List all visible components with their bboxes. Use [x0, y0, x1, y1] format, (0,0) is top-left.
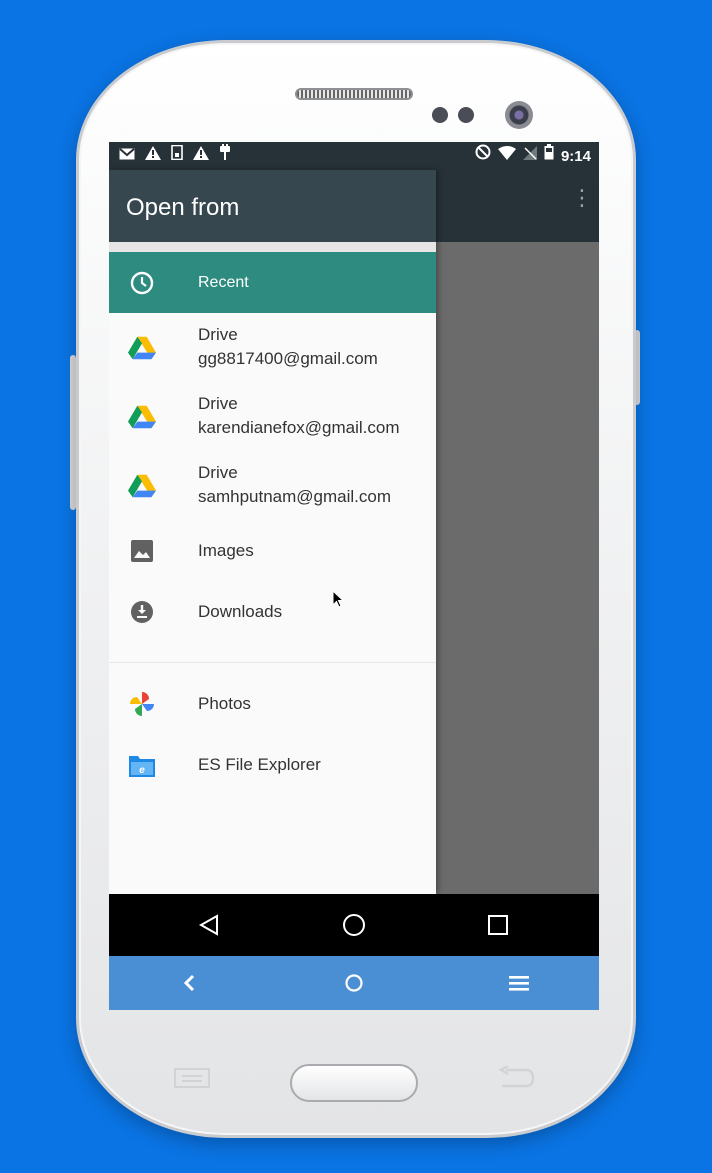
photos-icon [128, 690, 156, 718]
overflow-menu-icon[interactable]: ⋮ [571, 187, 593, 209]
drawer-header: Open from [109, 170, 436, 242]
emulator-menu-button[interactable] [489, 952, 549, 1010]
system-navigation-bar [109, 894, 599, 956]
drawer-item-es-file-explorer[interactable]: e ES File Explorer [109, 734, 436, 795]
status-bar: 9:14 [109, 142, 599, 170]
sd-card-icon [171, 142, 183, 170]
navigation-drawer: Open from Recent Drive gg8817400@gmail.c… [109, 170, 436, 894]
download-icon [128, 598, 156, 626]
back-nav-button[interactable] [179, 894, 239, 956]
drawer-item-recent[interactable]: Recent [109, 252, 436, 313]
drive-label: Drive [198, 325, 238, 344]
image-icon [128, 537, 156, 565]
hardware-menu-key-icon[interactable] [174, 1068, 210, 1088]
drawer-scrim[interactable] [436, 242, 599, 894]
warning-icon [145, 142, 161, 170]
drawer-title: Open from [126, 194, 240, 221]
svg-text:e: e [139, 765, 145, 776]
drawer-item-label: Downloads [198, 601, 283, 621]
drawer-item-images[interactable]: Images [109, 520, 436, 581]
hardware-back-key-icon[interactable] [498, 1064, 536, 1090]
drawer-item-drive[interactable]: Drive gg8817400@gmail.com [109, 313, 436, 382]
wifi-icon [497, 142, 516, 170]
hardware-home-button[interactable] [290, 1064, 418, 1102]
drawer-item-label: Photos [198, 693, 251, 713]
emulator-control-bar [109, 956, 599, 1010]
chevron-left-icon [183, 974, 195, 992]
warning-icon [193, 142, 209, 170]
drive-label: Drive [198, 463, 238, 482]
emulator-home-button[interactable] [324, 952, 384, 1010]
drive-label: Drive [198, 394, 238, 413]
mouse-cursor-icon [332, 589, 346, 615]
recents-square-icon [488, 915, 508, 935]
hamburger-icon [509, 976, 529, 991]
status-time: 9:14 [560, 147, 591, 165]
gmail-icon [119, 142, 135, 170]
screen: 9:14 ⋮ Open from Recent Drive gg8817400@… [109, 142, 599, 1010]
drawer-item-label: ES File Explorer [198, 754, 321, 774]
drive-icon [128, 472, 156, 500]
drive-account: samhputnam@gmail.com [198, 487, 391, 506]
drawer-divider [109, 662, 436, 663]
drawer-item-label: Images [198, 540, 254, 560]
drive-account: gg8817400@gmail.com [198, 349, 378, 368]
drawer-item-photos[interactable]: Photos [109, 673, 436, 734]
es-file-explorer-icon: e [128, 751, 156, 779]
home-nav-button[interactable] [324, 894, 384, 956]
earpiece-speaker [295, 88, 413, 100]
drive-account: karendianefox@gmail.com [198, 418, 400, 437]
drawer-item-label: Recent [198, 273, 249, 291]
home-circle-icon [343, 914, 365, 936]
drive-icon [128, 334, 156, 362]
drawer-item-drive[interactable]: Drive karendianefox@gmail.com [109, 382, 436, 451]
recents-nav-button[interactable] [468, 894, 528, 956]
do-not-disturb-icon [475, 142, 491, 170]
usb-debug-icon [219, 142, 231, 170]
clock-icon [128, 269, 156, 297]
no-signal-icon [522, 142, 537, 170]
circle-icon [345, 974, 363, 992]
emulator-back-button[interactable] [159, 952, 219, 1010]
light-sensor [458, 107, 474, 123]
proximity-sensor [432, 107, 448, 123]
battery-icon [544, 142, 554, 170]
front-camera [505, 101, 533, 129]
drive-icon [128, 403, 156, 431]
drawer-item-drive[interactable]: Drive samhputnam@gmail.com [109, 451, 436, 520]
back-triangle-icon [198, 914, 218, 936]
drawer-item-downloads[interactable]: Downloads [109, 581, 436, 642]
